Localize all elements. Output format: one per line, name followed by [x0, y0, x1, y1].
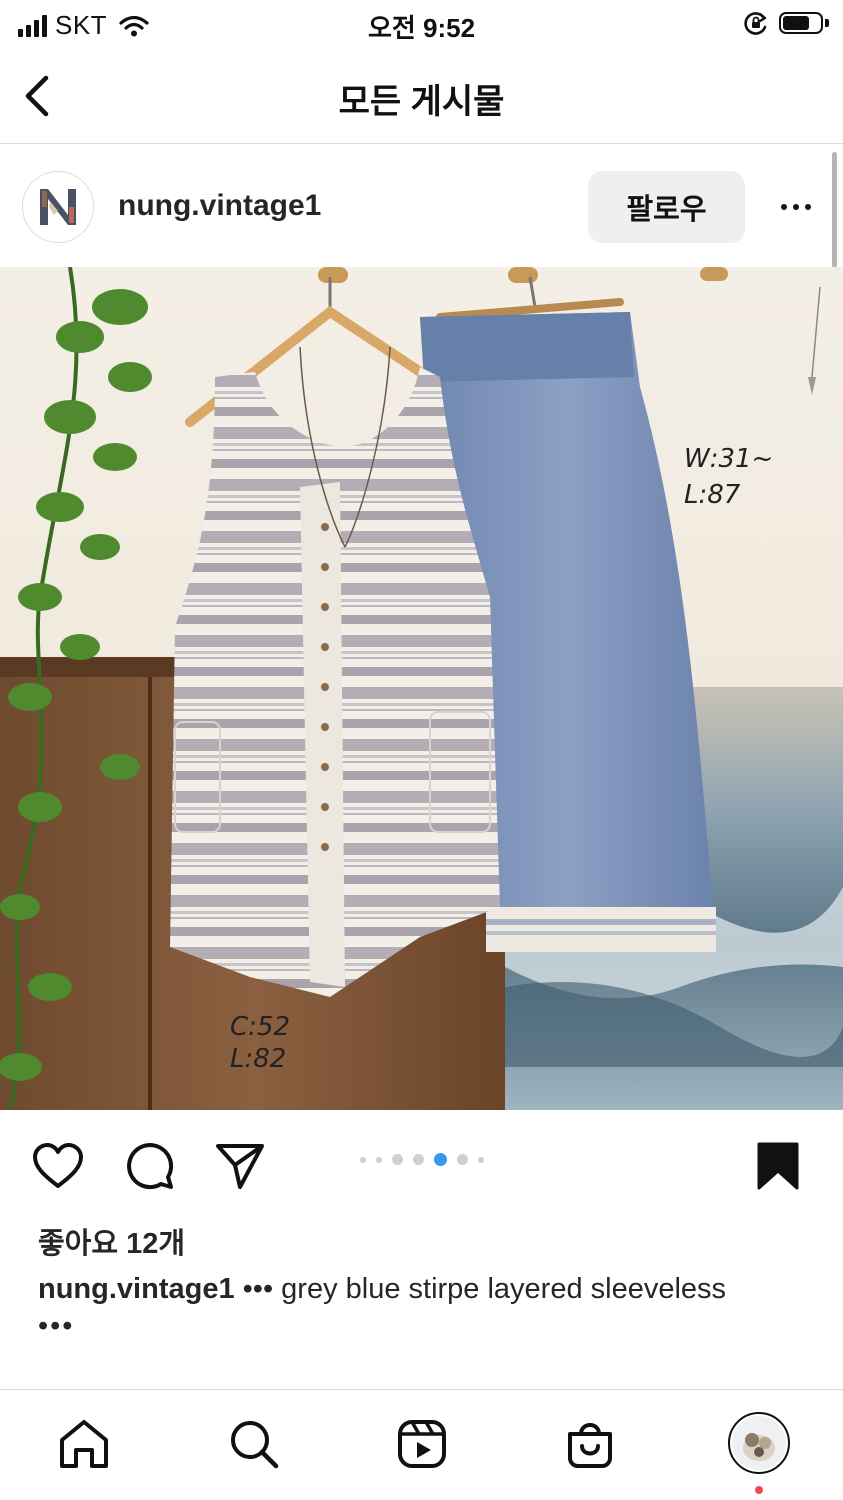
home-icon — [60, 1420, 108, 1468]
reels-icon — [398, 1420, 446, 1468]
comment-button[interactable] — [124, 1140, 176, 1192]
like-count[interactable]: 좋아요 12개 — [38, 1220, 185, 1262]
caption-username[interactable]: nung.vintage1 — [38, 1273, 235, 1305]
tab-home[interactable] — [56, 1416, 112, 1472]
carousel-dot — [412, 1154, 424, 1165]
dress-length-label: L:82 — [230, 1044, 286, 1074]
notification-dot — [755, 1486, 763, 1494]
bookmark-button[interactable] — [752, 1140, 804, 1192]
carousel-dot — [359, 1156, 366, 1163]
search-icon — [231, 1421, 279, 1469]
caption-text: ••• grey blue stirpe layered sleeveless — [242, 1273, 727, 1305]
tab-bar — [0, 1389, 843, 1500]
carousel-dot — [456, 1154, 468, 1165]
nav-header: 모든 게시물 — [0, 48, 843, 144]
comment-icon — [127, 1143, 174, 1190]
carousel-indicator — [0, 1153, 843, 1166]
carousel-dot — [375, 1156, 382, 1163]
post-username[interactable]: nung.vintage1 — [118, 189, 321, 223]
follow-button[interactable]: 팔로우 — [588, 171, 745, 243]
tab-search[interactable] — [226, 1416, 282, 1472]
post-photo: C:52 L:82 W:31~ L:87 — [0, 267, 843, 1110]
status-time: 오전 9:52 — [367, 13, 476, 43]
bookmark-icon — [757, 1142, 799, 1190]
caption-more[interactable]: ••• — [38, 1310, 74, 1343]
post-header: nung.vintage1 팔로우 — [0, 145, 843, 267]
status-bar: SKT 오전 9:52 — [0, 0, 843, 48]
skirt-length-label: L:87 — [684, 480, 741, 510]
post-image[interactable]: C:52 L:82 W:31~ L:87 — [0, 267, 843, 1110]
like-button[interactable] — [32, 1140, 84, 1192]
share-button[interactable] — [214, 1140, 266, 1192]
more-horizontal-icon[interactable] — [768, 189, 824, 225]
share-icon — [216, 1144, 264, 1189]
tab-reels[interactable] — [394, 1416, 450, 1472]
tab-shop[interactable] — [562, 1416, 618, 1472]
orientation-lock-icon — [744, 12, 767, 35]
carousel-dot — [477, 1156, 484, 1163]
profile-photo-icon — [732, 1416, 786, 1470]
shop-icon — [568, 1423, 612, 1468]
page-title: 모든 게시물 — [338, 83, 505, 121]
profile-avatar[interactable] — [728, 1412, 790, 1474]
dress-chest-label: C:52 — [230, 1012, 290, 1042]
scrollbar[interactable] — [832, 152, 837, 268]
heart-icon — [33, 1143, 83, 1188]
brand-logo-icon — [40, 189, 76, 225]
caption: nung.vintage1 ••• grey blue stirpe layer… — [38, 1272, 828, 1306]
carousel-dot — [391, 1154, 403, 1165]
status-right — [743, 10, 829, 36]
avatar[interactable] — [22, 171, 94, 243]
carousel-dot-active — [433, 1153, 447, 1166]
battery-icon — [779, 10, 829, 36]
skirt-waist-label: W:31~ — [684, 444, 773, 474]
